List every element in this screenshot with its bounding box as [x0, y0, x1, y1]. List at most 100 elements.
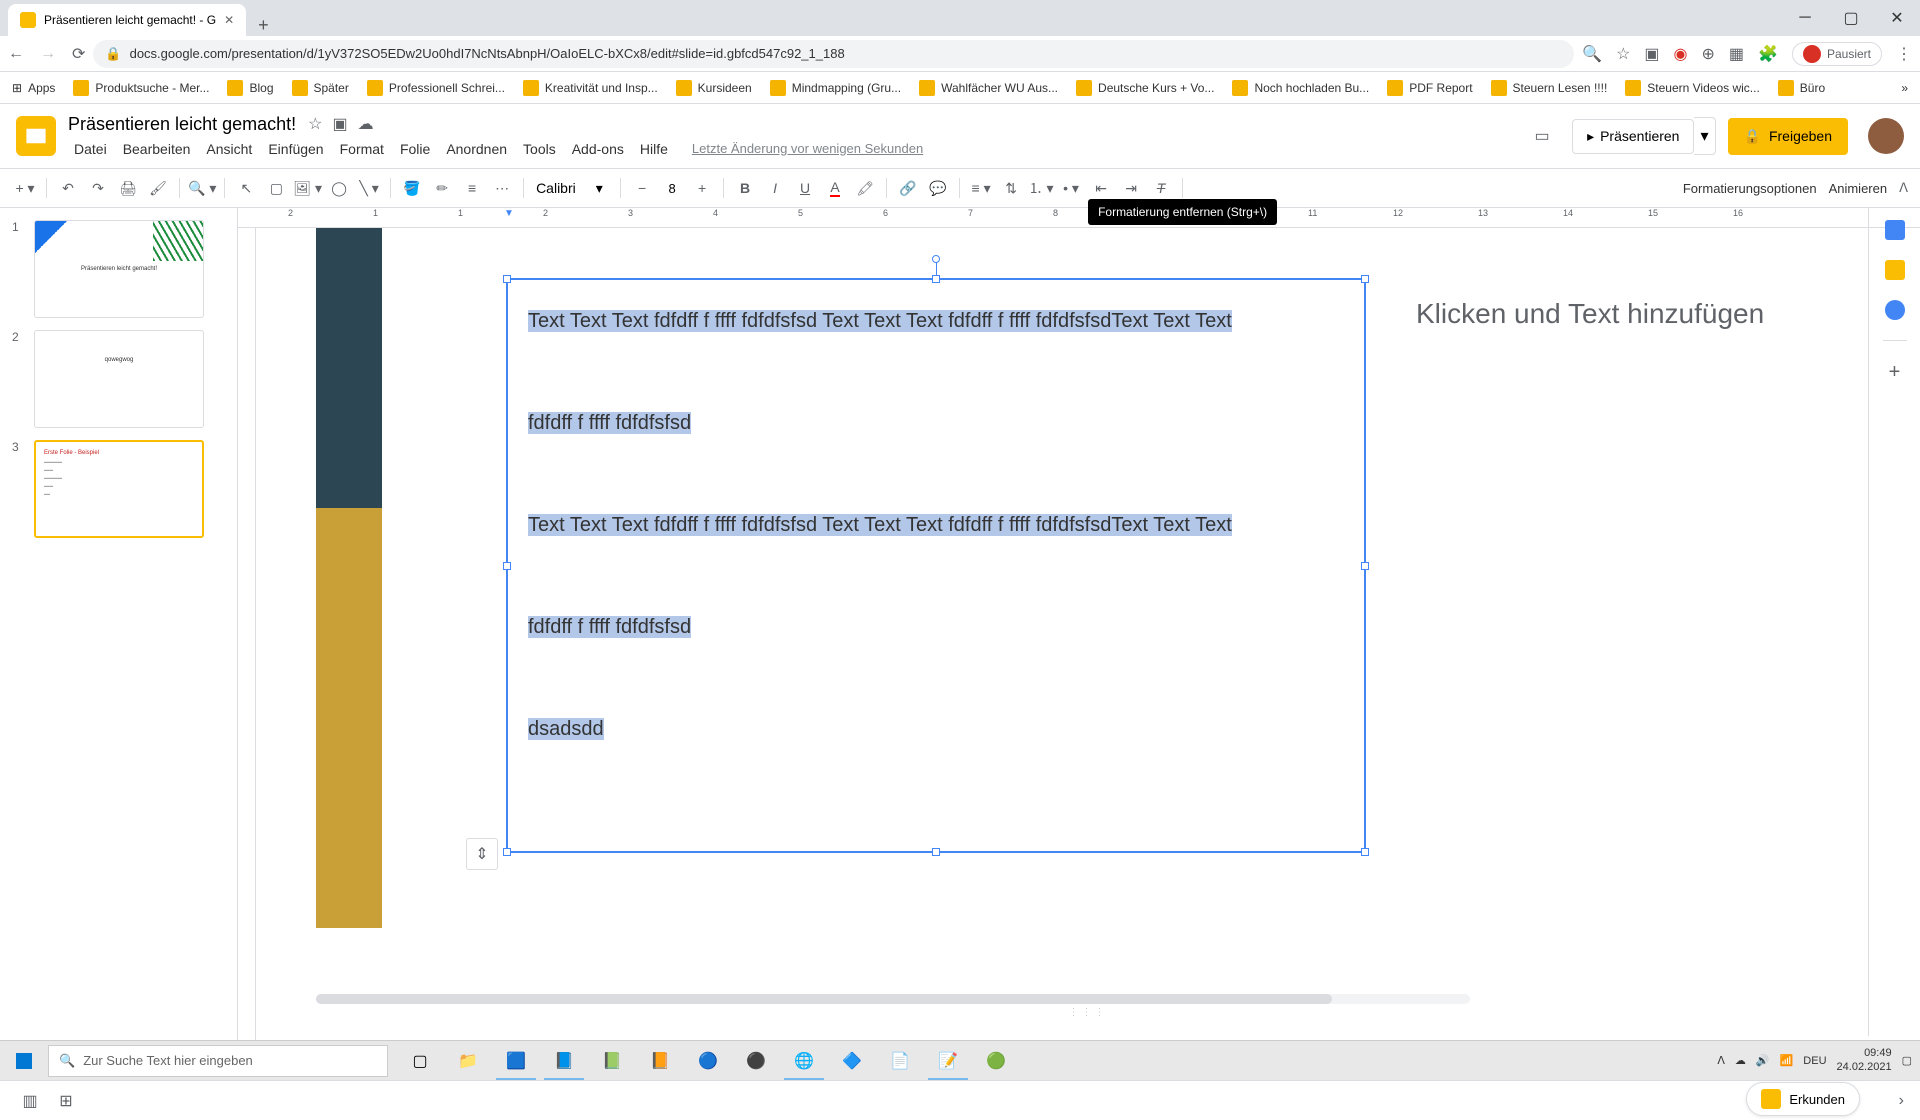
excel-icon[interactable]: 📗 [588, 1041, 636, 1080]
decrease-font-icon[interactable]: − [629, 175, 655, 201]
menu-folie[interactable]: Folie [394, 139, 436, 159]
splitter-handle[interactable]: ⋮⋮⋮ [1069, 1007, 1108, 1018]
bulleted-list-icon[interactable]: • ▾ [1058, 175, 1084, 201]
bold-icon[interactable]: B [732, 175, 758, 201]
notes-placeholder-box[interactable]: Klicken und Text hinzufügen [1396, 278, 1886, 853]
undo-icon[interactable]: ↶ [55, 175, 81, 201]
menu-addons[interactable]: Add-ons [566, 139, 630, 159]
zoom-icon[interactable]: 🔍 ▾ [188, 175, 216, 201]
italic-icon[interactable]: I [762, 175, 788, 201]
new-tab-button[interactable]: + [246, 15, 281, 36]
move-icon[interactable]: ▣ [332, 114, 347, 134]
bookmark-item[interactable]: Kursideen [676, 80, 752, 96]
app-icon[interactable]: 🟦 [492, 1041, 540, 1080]
add-addon-icon[interactable]: + [1889, 361, 1901, 384]
reload-icon[interactable]: ⟳ [72, 44, 85, 64]
menu-hilfe[interactable]: Hilfe [634, 139, 674, 159]
menu-format[interactable]: Format [334, 139, 390, 159]
image-icon[interactable]: 🖼 ▾ [293, 175, 322, 201]
border-color-icon[interactable]: ✏ [429, 175, 455, 201]
slides-logo[interactable] [16, 116, 56, 156]
wifi-icon[interactable]: 📶 [1780, 1054, 1794, 1067]
text-content[interactable]: Text Text Text fdfdff f ffff fdfdfsfsd T… [508, 280, 1364, 770]
align-icon[interactable]: ≡ ▾ [968, 175, 994, 201]
text-box-selected[interactable]: Text Text Text fdfdff f ffff fdfdfsfsd T… [506, 278, 1366, 853]
resize-handle-ne[interactable] [1361, 275, 1369, 283]
bookmark-item[interactable]: Mindmapping (Gru... [770, 80, 901, 96]
fill-color-icon[interactable]: 🪣 [399, 175, 425, 201]
link-icon[interactable]: 🔗 [895, 175, 921, 201]
horizontal-scrollbar[interactable] [316, 994, 1470, 1004]
paint-format-icon[interactable]: 🖌 [145, 175, 171, 201]
numbered-list-icon[interactable]: ⒈ ▾ [1028, 175, 1054, 201]
grid-view-icon[interactable]: ⊞ [52, 1087, 80, 1115]
notification-icon[interactable]: ▢ [1902, 1054, 1912, 1067]
autofit-icon[interactable]: ⇕ [466, 838, 498, 870]
back-icon[interactable]: ← [8, 45, 24, 63]
extension-icon-2[interactable]: ⊕ [1702, 44, 1715, 64]
keep-icon[interactable] [1885, 260, 1905, 280]
border-weight-icon[interactable]: ≡ [459, 175, 485, 201]
bookmark-item[interactable]: Noch hochladen Bu... [1232, 80, 1369, 96]
bookmark-item[interactable]: Büro [1778, 80, 1825, 96]
resize-handle-se[interactable] [1361, 848, 1369, 856]
resize-handle-n[interactable] [932, 275, 940, 283]
bookmark-item[interactable]: PDF Report [1387, 80, 1472, 96]
bookmark-item[interactable]: Kreativität und Insp... [523, 80, 658, 96]
format-options-button[interactable]: Formatierungsoptionen [1683, 181, 1817, 196]
profile-paused[interactable]: Pausiert [1792, 42, 1882, 66]
onedrive-icon[interactable]: ☁ [1735, 1054, 1746, 1067]
document-title[interactable]: Präsentieren leicht gemacht! [68, 114, 296, 135]
increase-font-icon[interactable]: + [689, 175, 715, 201]
last-edit-link[interactable]: Letzte Änderung vor wenigen Sekunden [686, 139, 929, 159]
slide-thumbnail-2[interactable]: qowegwog [34, 330, 204, 428]
bookmark-item[interactable]: Deutsche Kurs + Vo... [1076, 80, 1214, 96]
user-avatar[interactable] [1868, 118, 1904, 154]
decrease-indent-icon[interactable]: ⇤ [1088, 175, 1114, 201]
collapse-toolbar-icon[interactable]: ᐱ [1899, 180, 1908, 196]
animate-button[interactable]: Animieren [1829, 181, 1888, 196]
menu-datei[interactable]: Datei [68, 139, 113, 159]
bookmark-item[interactable]: Produktsuche - Mer... [73, 80, 209, 96]
word-icon[interactable]: 📘 [540, 1041, 588, 1080]
comment-history-icon[interactable]: ▭ [1524, 118, 1560, 154]
obs-icon[interactable]: ⚫ [732, 1041, 780, 1080]
bookmark-item[interactable]: Wahlfächer WU Aus... [919, 80, 1058, 96]
volume-icon[interactable]: 🔊 [1756, 1054, 1770, 1067]
app-icon[interactable]: 📄 [876, 1041, 924, 1080]
bookmark-item[interactable]: Steuern Videos wic... [1625, 80, 1760, 96]
bookmark-item[interactable]: Blog [227, 80, 273, 96]
shape-icon[interactable]: ◯ [326, 175, 352, 201]
url-input[interactable]: 🔒 docs.google.com/presentation/d/1yV372S… [93, 40, 1574, 68]
menu-bearbeiten[interactable]: Bearbeiten [117, 139, 197, 159]
menu-tools[interactable]: Tools [517, 139, 562, 159]
resize-handle-s[interactable] [932, 848, 940, 856]
underline-icon[interactable]: U [792, 175, 818, 201]
textbox-icon[interactable]: ▢ [263, 175, 289, 201]
start-button[interactable] [0, 1041, 48, 1080]
tasks-icon[interactable] [1885, 300, 1905, 320]
notepad-icon[interactable]: 📝 [924, 1041, 972, 1080]
cloud-status-icon[interactable]: ☁ [358, 114, 374, 134]
extensions-icon[interactable]: 🧩 [1758, 44, 1778, 64]
chrome-icon[interactable]: 🌐 [780, 1041, 828, 1080]
slide-thumbnail-3[interactable]: Erste Folie - Beispiel ━━━━━━ ━━━ ━━━━━━… [34, 440, 204, 538]
browser-tab[interactable]: Präsentieren leicht gemacht! - G ✕ [8, 4, 246, 36]
font-select[interactable]: Calibri ▾ [532, 180, 612, 197]
explore-button[interactable]: Erkunden [1746, 1082, 1860, 1116]
scrollbar-thumb[interactable] [316, 994, 1332, 1004]
line-spacing-icon[interactable]: ⇅ [998, 175, 1024, 201]
star-icon[interactable]: ☆ [308, 114, 322, 134]
calendar-icon[interactable] [1885, 220, 1905, 240]
select-icon[interactable]: ↖ [233, 175, 259, 201]
vertical-ruler[interactable] [238, 228, 256, 1040]
clock[interactable]: 09:49 24.02.2021 [1837, 1047, 1892, 1073]
windows-search[interactable]: 🔍 Zur Suche Text hier eingeben [48, 1045, 388, 1077]
tray-expand-icon[interactable]: ᐱ [1717, 1054, 1725, 1067]
close-tab-icon[interactable]: ✕ [224, 13, 234, 27]
indent-marker[interactable] [504, 208, 516, 224]
bookmarks-overflow-icon[interactable]: » [1901, 81, 1908, 95]
zoom-icon[interactable]: 🔍 [1582, 44, 1602, 64]
share-button[interactable]: 🔒 Freigeben [1728, 118, 1848, 155]
font-size-input[interactable]: 8 [657, 181, 687, 196]
